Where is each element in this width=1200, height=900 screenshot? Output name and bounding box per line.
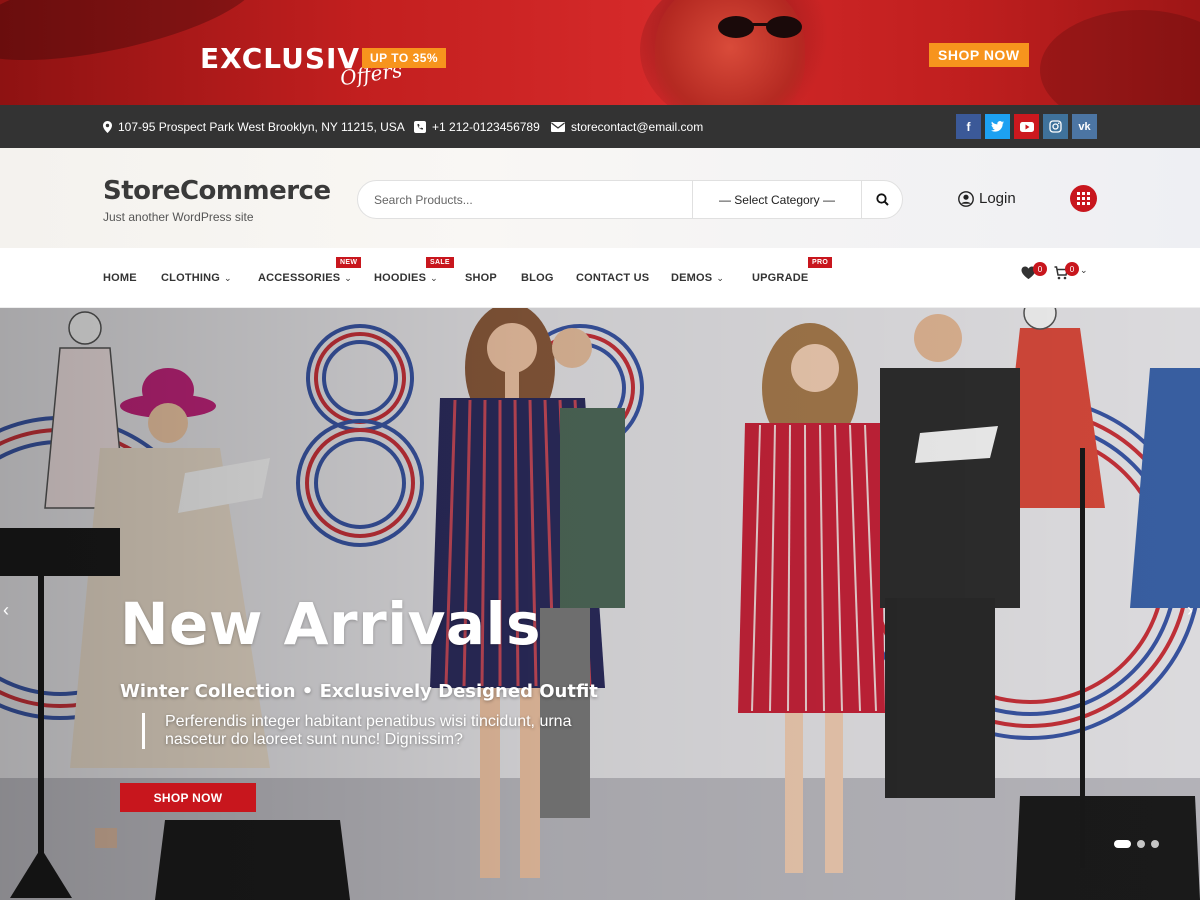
pro-badge: PRO (808, 257, 833, 268)
nav-item-label: HOODIES (374, 272, 427, 284)
promo-banner[interactable]: EXCLUSIVE Offers UP TO 35% SHOP NOW (0, 0, 1200, 105)
address-info: 107-95 Prospect Park West Brooklyn, NY 1… (103, 120, 405, 134)
chevron-down-icon: ⌄ (716, 273, 725, 283)
sale-badge: SALE (426, 257, 454, 268)
slider-prev-arrow[interactable]: ‹ (3, 600, 9, 621)
slider-dot-3[interactable] (1151, 840, 1159, 848)
site-title[interactable]: StoreCommerce (103, 176, 331, 206)
search-button[interactable] (862, 181, 902, 218)
slider-next-arrow[interactable]: › (1187, 600, 1193, 621)
main-navigation: HOME CLOTHING ⌄ NEW ACCESSORIES ⌄ SALE HOO… (0, 248, 1200, 308)
nav-item-label: SHOP (465, 272, 497, 284)
search-icon (875, 193, 889, 206)
chevron-down-icon: ⌄ (344, 273, 353, 283)
nav-item-label: CONTACT US (576, 272, 650, 284)
nav-item-label: UPGRADE (752, 272, 809, 284)
twitter-bird-glyph (991, 121, 1004, 132)
site-tagline: Just another WordPress site (103, 210, 254, 224)
vk-icon[interactable]: vk (1072, 114, 1097, 139)
phone-text: +1 212-0123456789 (432, 120, 540, 134)
nav-item-label: CLOTHING (161, 272, 221, 284)
youtube-icon[interactable] (1014, 114, 1039, 139)
nav-item-accessories[interactable]: NEW ACCESSORIES ⌄ (258, 257, 362, 284)
hero-title: New Arrivals (120, 590, 541, 658)
grid-icon (1077, 192, 1090, 205)
phone-icon (414, 121, 426, 133)
youtube-play-glyph (1019, 121, 1034, 132)
hero-description: Perferendis integer habitant penatibus w… (142, 713, 612, 749)
phone-info[interactable]: +1 212-0123456789 (414, 120, 540, 134)
instagram-icon[interactable] (1043, 114, 1068, 139)
hero-shop-now-button[interactable]: SHOP NOW (120, 783, 256, 812)
grid-menu-button[interactable] (1070, 185, 1097, 212)
nav-item-hoodies[interactable]: SALE HOODIES ⌄ (374, 257, 454, 284)
wishlist-count: 0 (1033, 262, 1047, 276)
instagram-camera-glyph (1049, 120, 1062, 133)
user-icon (958, 190, 974, 207)
login-label: Login (979, 190, 1016, 207)
top-info-bar: 107-95 Prospect Park West Brooklyn, NY 1… (0, 105, 1200, 148)
hero-subtitle: Winter Collection • Exclusively Designed… (120, 681, 598, 702)
email-text: storecontact@email.com (571, 120, 704, 134)
sunglasses-graphic (718, 16, 802, 38)
cart-count: 0 (1065, 262, 1079, 276)
slider-pagination (1114, 840, 1159, 848)
chevron-down-icon[interactable]: ⌄ (1080, 265, 1088, 276)
nav-item-label: ACCESSORIES (258, 272, 341, 284)
wishlist-button[interactable]: 0 (1021, 262, 1047, 285)
nav-item-shop[interactable]: SHOP (465, 272, 497, 284)
nav-item-label: BLOG (521, 272, 554, 284)
nav-item-home[interactable]: HOME (103, 272, 137, 284)
nav-item-contact-us[interactable]: CONTACT US (576, 272, 649, 284)
hero-slider: ‹ › New Arrivals Winter Collection • Exc… (0, 308, 1200, 900)
search-input[interactable] (358, 181, 692, 218)
slider-dot-1[interactable] (1114, 840, 1131, 848)
social-links: f vk (956, 114, 1097, 139)
promo-shop-now-button[interactable]: SHOP NOW (929, 43, 1029, 67)
category-select[interactable]: — Select Category — (692, 181, 862, 218)
nav-item-clothing[interactable]: CLOTHING ⌄ (161, 272, 232, 284)
site-header: StoreCommerce Just another WordPress sit… (0, 148, 1200, 248)
product-search-form: — Select Category — (357, 180, 903, 219)
envelope-icon (551, 122, 565, 132)
new-badge: NEW (336, 257, 362, 268)
nav-item-blog[interactable]: BLOG (521, 272, 554, 284)
nav-item-demos[interactable]: DEMOS ⌄ (671, 272, 724, 284)
chevron-down-icon: ⌄ (430, 273, 438, 283)
chevron-down-icon: ⌄ (224, 273, 232, 283)
nav-item-upgrade[interactable]: PRO UPGRADE (752, 257, 833, 284)
login-link[interactable]: Login (958, 190, 1016, 207)
cart-button[interactable]: 0 ⌄ (1054, 262, 1088, 285)
banner-decoration (1040, 10, 1200, 105)
address-text: 107-95 Prospect Park West Brooklyn, NY 1… (118, 120, 405, 134)
map-pin-icon (103, 121, 112, 133)
slider-dot-2[interactable] (1137, 840, 1145, 848)
nav-item-label: HOME (103, 272, 137, 284)
twitter-icon[interactable] (985, 114, 1010, 139)
email-info[interactable]: storecontact@email.com (551, 120, 703, 134)
promo-discount-badge: UP TO 35% (362, 48, 447, 68)
nav-item-label: DEMOS (671, 272, 713, 284)
facebook-icon[interactable]: f (956, 114, 981, 139)
